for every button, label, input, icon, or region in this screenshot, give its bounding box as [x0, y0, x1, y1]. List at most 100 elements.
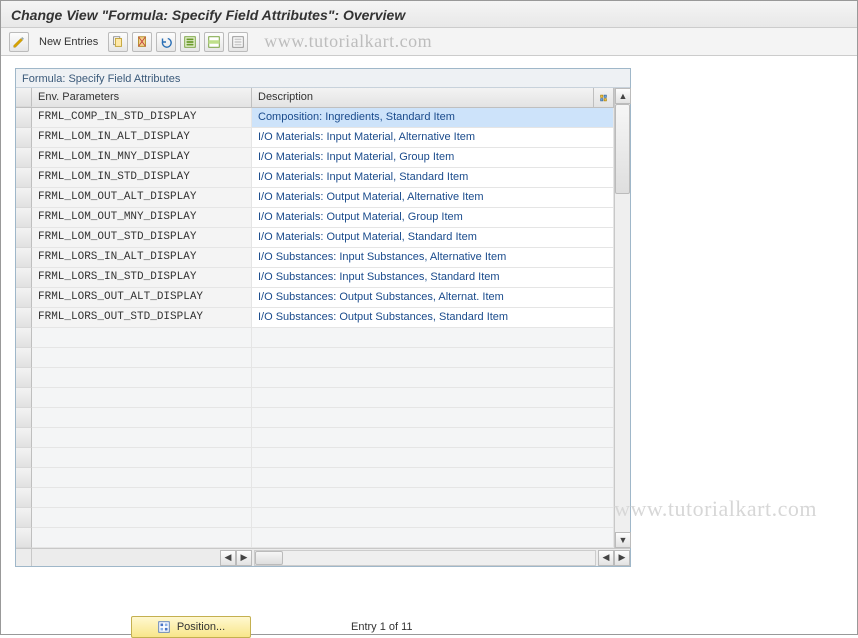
cell-desc[interactable]: I/O Materials: Output Material, Alternat… — [252, 188, 614, 208]
cell-desc-empty — [252, 348, 614, 368]
cell-env[interactable]: FRML_LOM_IN_ALT_DISPLAY — [32, 128, 252, 148]
cell-env-empty — [32, 528, 252, 548]
hscroll-left2-icon[interactable]: ◀ — [598, 550, 614, 566]
watermark-bg: www.tutorialkart.com — [614, 496, 817, 522]
table-row[interactable]: FRML_LORS_IN_ALT_DISPLAYI/O Substances: … — [16, 248, 614, 268]
row-handle[interactable] — [16, 248, 32, 268]
cell-env[interactable]: FRML_LOM_OUT_MNY_DISPLAY — [32, 208, 252, 228]
cell-desc[interactable]: I/O Substances: Input Substances, Standa… — [252, 268, 614, 288]
vertical-scrollbar[interactable]: ▲ ▼ — [614, 88, 630, 548]
hscroll-track[interactable] — [254, 550, 596, 566]
cell-desc[interactable]: I/O Materials: Input Material, Standard … — [252, 168, 614, 188]
table-row[interactable]: FRML_LORS_OUT_ALT_DISPLAYI/O Substances:… — [16, 288, 614, 308]
select-block-icon[interactable] — [204, 32, 224, 52]
cell-env[interactable]: FRML_LORS_OUT_STD_DISPLAY — [32, 308, 252, 328]
hscroll-spacer — [16, 549, 32, 566]
cell-desc[interactable]: I/O Substances: Output Substances, Alter… — [252, 288, 614, 308]
cell-env-empty — [32, 368, 252, 388]
table-row-empty — [16, 368, 614, 388]
cell-env-empty — [32, 488, 252, 508]
row-handle[interactable] — [16, 108, 32, 128]
cell-desc-empty — [252, 468, 614, 488]
cell-env[interactable]: FRML_LOM_IN_STD_DISPLAY — [32, 168, 252, 188]
table-row-empty — [16, 468, 614, 488]
table-row[interactable]: FRML_LORS_OUT_STD_DISPLAYI/O Substances:… — [16, 308, 614, 328]
row-handle[interactable] — [16, 228, 32, 248]
hscroll-left-icon[interactable]: ◀ — [220, 550, 236, 566]
cell-desc[interactable]: I/O Materials: Input Material, Alternati… — [252, 128, 614, 148]
table-row-empty — [16, 388, 614, 408]
table-row[interactable]: FRML_LOM_OUT_ALT_DISPLAYI/O Materials: O… — [16, 188, 614, 208]
row-handle[interactable] — [16, 148, 32, 168]
cell-desc[interactable]: I/O Materials: Input Material, Group Ite… — [252, 148, 614, 168]
cell-env[interactable]: FRML_LORS_IN_ALT_DISPLAY — [32, 248, 252, 268]
cell-env-empty — [32, 508, 252, 528]
table-row[interactable]: FRML_LOM_IN_ALT_DISPLAYI/O Materials: In… — [16, 128, 614, 148]
cell-env[interactable]: FRML_LORS_IN_STD_DISPLAY — [32, 268, 252, 288]
cell-desc-empty — [252, 428, 614, 448]
row-handle — [16, 508, 32, 528]
row-handle-header — [16, 88, 32, 107]
grid-panel: Formula: Specify Field Attributes Env. P… — [15, 68, 631, 567]
table-row-empty — [16, 448, 614, 468]
row-handle — [16, 488, 32, 508]
table-row[interactable]: FRML_LOM_OUT_STD_DISPLAYI/O Materials: O… — [16, 228, 614, 248]
cell-desc-empty — [252, 528, 614, 548]
hscroll-right-icon[interactable]: ▶ — [236, 550, 252, 566]
row-handle[interactable] — [16, 268, 32, 288]
cell-desc[interactable]: I/O Substances: Output Substances, Stand… — [252, 308, 614, 328]
cell-desc-empty — [252, 508, 614, 528]
row-handle[interactable] — [16, 168, 32, 188]
table-row[interactable]: FRML_LOM_OUT_MNY_DISPLAYI/O Materials: O… — [16, 208, 614, 228]
cell-env-empty — [32, 408, 252, 428]
scroll-down-icon[interactable]: ▼ — [615, 532, 631, 548]
cell-env-empty — [32, 448, 252, 468]
cell-desc-empty — [252, 448, 614, 468]
column-header-env[interactable]: Env. Parameters — [32, 88, 252, 107]
cell-desc-empty — [252, 368, 614, 388]
row-handle[interactable] — [16, 288, 32, 308]
table-row[interactable]: FRML_LORS_IN_STD_DISPLAYI/O Substances: … — [16, 268, 614, 288]
row-handle — [16, 328, 32, 348]
delete-icon[interactable] — [132, 32, 152, 52]
horizontal-scrollbar[interactable]: ◀ ▶ ◀ ▶ — [16, 548, 630, 566]
copy-as-icon[interactable] — [108, 32, 128, 52]
hscroll-right2-icon[interactable]: ▶ — [614, 550, 630, 566]
table-row[interactable]: FRML_COMP_IN_STD_DISPLAYComposition: Ing… — [16, 108, 614, 128]
row-handle[interactable] — [16, 188, 32, 208]
table-row[interactable]: FRML_LOM_IN_STD_DISPLAYI/O Materials: In… — [16, 168, 614, 188]
data-grid: Env. Parameters Description FRML_COMP_IN… — [16, 88, 614, 548]
select-all-icon[interactable] — [180, 32, 200, 52]
cell-env[interactable]: FRML_LOM_OUT_STD_DISPLAY — [32, 228, 252, 248]
row-handle[interactable] — [16, 308, 32, 328]
cell-env[interactable]: FRML_LOM_IN_MNY_DISPLAY — [32, 148, 252, 168]
cell-desc[interactable]: Composition: Ingredients, Standard Item — [252, 108, 614, 128]
watermark-text: www.tutorialkart.com — [264, 31, 432, 52]
cell-desc[interactable]: I/O Materials: Output Material, Group It… — [252, 208, 614, 228]
table-row-empty — [16, 408, 614, 428]
column-header-desc[interactable]: Description — [252, 88, 594, 107]
new-entries-button[interactable]: New Entries — [33, 32, 104, 52]
row-handle[interactable] — [16, 208, 32, 228]
row-handle[interactable] — [16, 128, 32, 148]
cell-env-empty — [32, 388, 252, 408]
panel-title: Formula: Specify Field Attributes — [16, 69, 630, 88]
row-handle — [16, 528, 32, 548]
hscroll-thumb[interactable] — [255, 551, 283, 565]
scroll-up-icon[interactable]: ▲ — [615, 88, 631, 104]
scroll-track[interactable] — [615, 104, 630, 532]
scroll-thumb[interactable] — [615, 104, 630, 194]
column-config-icon[interactable] — [594, 88, 614, 107]
cell-desc[interactable]: I/O Materials: Output Material, Standard… — [252, 228, 614, 248]
table-row[interactable]: FRML_LOM_IN_MNY_DISPLAYI/O Materials: In… — [16, 148, 614, 168]
row-handle — [16, 428, 32, 448]
cell-env[interactable]: FRML_COMP_IN_STD_DISPLAY — [32, 108, 252, 128]
deselect-all-icon[interactable] — [228, 32, 248, 52]
cell-desc[interactable]: I/O Substances: Input Substances, Altern… — [252, 248, 614, 268]
cell-env[interactable]: FRML_LORS_OUT_ALT_DISPLAY — [32, 288, 252, 308]
cell-env[interactable]: FRML_LOM_OUT_ALT_DISPLAY — [32, 188, 252, 208]
cell-env-empty — [32, 468, 252, 488]
cell-env-empty — [32, 328, 252, 348]
undo-icon[interactable] — [156, 32, 176, 52]
toggle-edit-icon[interactable] — [9, 32, 29, 52]
